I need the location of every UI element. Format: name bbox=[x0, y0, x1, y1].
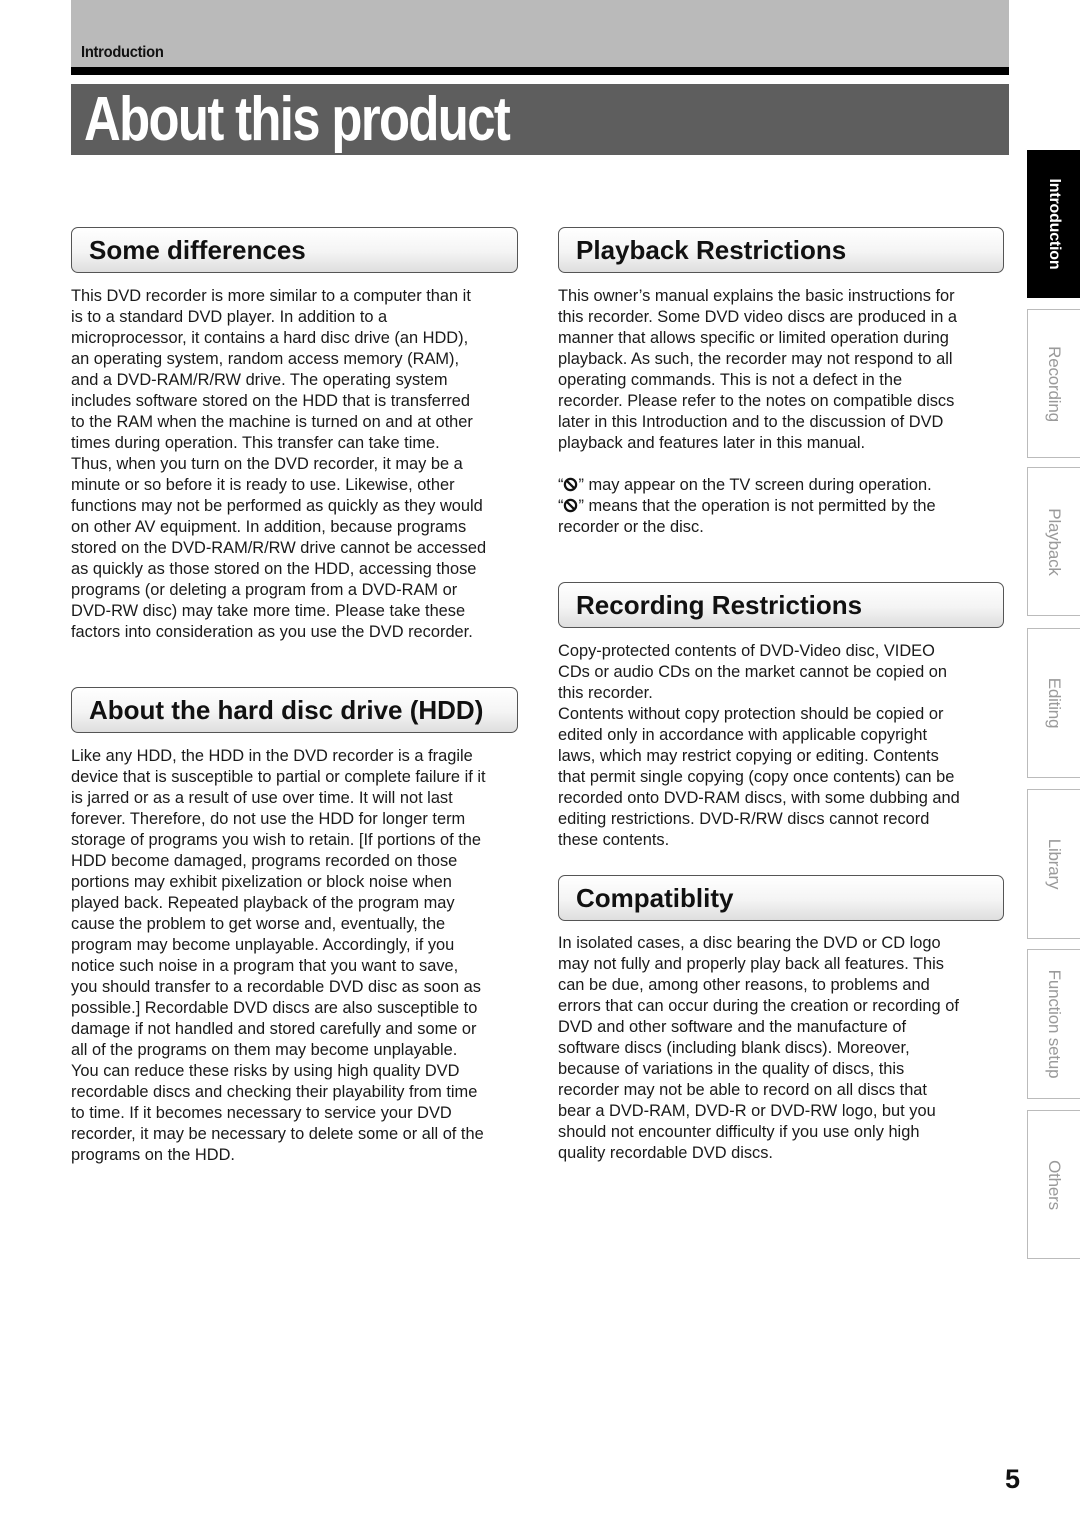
section-body-hdd: Like any HDD, the HDD in the DVD recorde… bbox=[71, 747, 486, 1164]
side-tab-label: Editing bbox=[1045, 677, 1064, 729]
header-rule bbox=[71, 67, 1009, 75]
page-title: About this product bbox=[84, 85, 511, 154]
side-tab-label: Playback bbox=[1045, 507, 1064, 576]
section-heading-compatibility: Compatiblity bbox=[558, 875, 1004, 921]
prohibited-note: “” may appear on the TV screen during op… bbox=[558, 475, 1003, 538]
section-body-recording-restrictions: Copy-protected contents of DVD-Video dis… bbox=[558, 642, 960, 849]
side-tab-label: Function setup bbox=[1045, 969, 1064, 1079]
side-tab-introduction[interactable]: Introduction bbox=[1027, 150, 1080, 298]
side-tab-label: Introduction bbox=[1046, 178, 1063, 270]
breadcrumb: Introduction bbox=[81, 44, 164, 61]
side-tab-playback[interactable]: Playback bbox=[1027, 467, 1080, 616]
side-tab-recording[interactable]: Recording bbox=[1027, 309, 1080, 458]
page-number: 5 bbox=[1005, 1464, 1021, 1494]
prohibited-icon bbox=[564, 498, 578, 513]
section-body-playback-restrictions: This owner’s manual explains the basic i… bbox=[558, 287, 958, 452]
side-tab-editing[interactable]: Editing bbox=[1027, 628, 1080, 778]
section-heading-hdd: About the hard disc drive (HDD) bbox=[71, 687, 518, 733]
section-body-compatibility: In isolated cases, a disc bearing the DV… bbox=[558, 934, 959, 1162]
prohibited-note-line-1: “” may appear on the TV screen during op… bbox=[558, 476, 932, 494]
side-tab-function-setup[interactable]: Function setup bbox=[1027, 949, 1080, 1099]
header-band bbox=[71, 0, 1009, 67]
prohibited-icon bbox=[564, 477, 578, 492]
prohibited-note-line-2: “” means that the operation is not permi… bbox=[558, 497, 936, 536]
section-heading-playback-restrictions: Playback Restrictions bbox=[558, 227, 1004, 273]
side-tab-label: Others bbox=[1045, 1159, 1064, 1210]
side-tab-label: Recording bbox=[1045, 345, 1064, 422]
section-heading-some-differences: Some differences bbox=[71, 227, 518, 273]
side-tab-label: Library bbox=[1045, 838, 1064, 890]
section-body-some-differences: This DVD recorder is more similar to a c… bbox=[71, 287, 487, 641]
section-heading-recording-restrictions: Recording Restrictions bbox=[558, 582, 1004, 628]
side-tab-library[interactable]: Library bbox=[1027, 789, 1080, 939]
side-tab-others[interactable]: Others bbox=[1027, 1110, 1080, 1259]
